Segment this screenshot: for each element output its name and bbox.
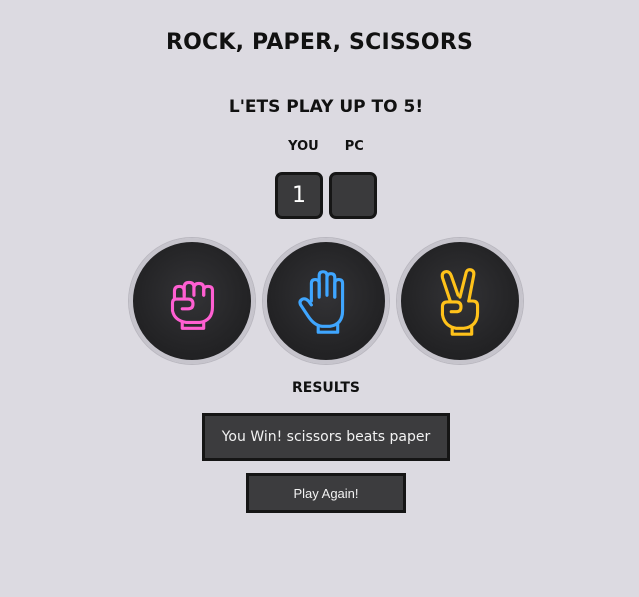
results-label: RESULTS	[291, 380, 361, 396]
you-score: 1	[275, 172, 323, 219]
peace-hand-icon	[440, 268, 480, 336]
scoreboard: 1	[0, 172, 639, 219]
result-message: You Win! scissors beats paper	[202, 413, 450, 461]
game-subtitle: L'ETS PLAY UP TO 5!	[228, 97, 424, 117]
open-hand-icon	[298, 270, 345, 334]
play-again-button[interactable]: Play Again!	[246, 473, 406, 513]
choice-buttons	[0, 238, 639, 364]
pc-score	[329, 172, 377, 219]
you-label: YOU	[288, 139, 319, 154]
paper-button[interactable]	[263, 238, 389, 364]
score-labels: YOU PC	[0, 139, 639, 154]
rock-button[interactable]	[129, 238, 255, 364]
fist-icon	[170, 280, 215, 330]
page-title: ROCK, PAPER, SCISSORS	[165, 30, 474, 55]
pc-label: PC	[344, 139, 364, 154]
scissors-button[interactable]	[397, 238, 523, 364]
